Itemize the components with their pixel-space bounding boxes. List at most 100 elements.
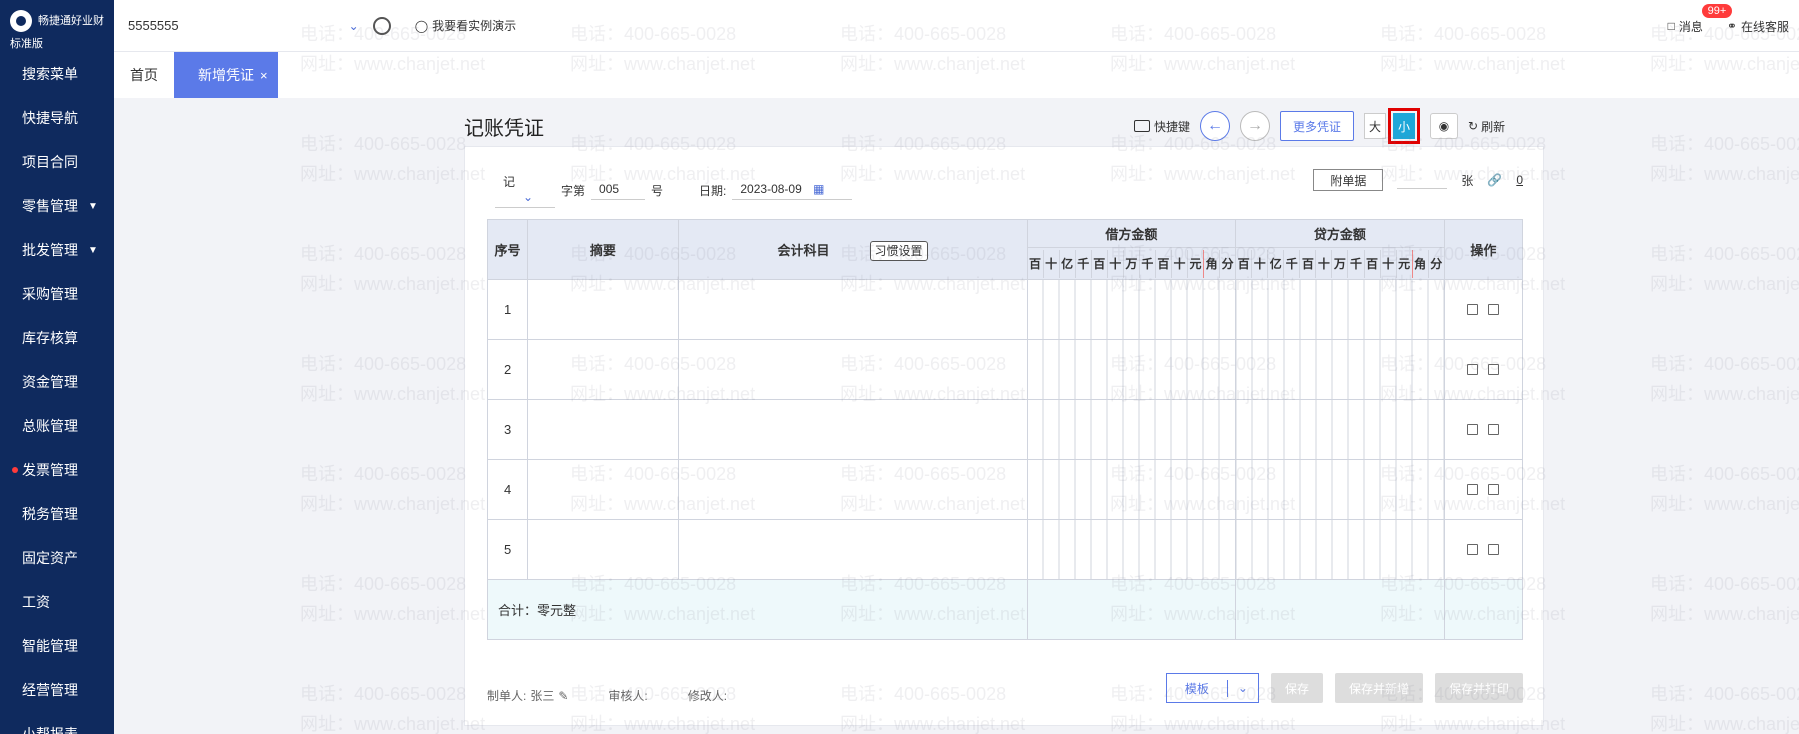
sidebar-item[interactable]: 采购管理 bbox=[0, 272, 114, 316]
debit-cell[interactable] bbox=[1026, 399, 1237, 460]
copy-icon[interactable] bbox=[1467, 364, 1479, 375]
copy-icon[interactable] bbox=[1467, 304, 1479, 315]
maker-value: 张三 bbox=[530, 689, 555, 703]
template-button[interactable]: 模板 ⌄ bbox=[1165, 673, 1259, 703]
trash-icon[interactable] bbox=[1488, 484, 1500, 495]
sidebar-item[interactable]: 搜索菜单 bbox=[0, 52, 114, 96]
sidebar-item[interactable]: 资金管理 bbox=[0, 360, 114, 404]
credit-digit-row: 百十亿千百十万千百十元角分 bbox=[1236, 249, 1444, 278]
sidebar-item[interactable]: 快捷导航 bbox=[0, 96, 114, 140]
copy-icon[interactable] bbox=[1467, 424, 1479, 435]
online-service-button[interactable]: ⚭ 在线客服 bbox=[1727, 18, 1789, 35]
credit-cell[interactable] bbox=[1235, 339, 1445, 400]
date-label: 日期: bbox=[699, 184, 727, 198]
save-new-button[interactable]: 保存并新增 bbox=[1334, 673, 1423, 703]
size-toggle: 大 小 bbox=[1364, 108, 1421, 144]
sidebar-item[interactable]: 税务管理 bbox=[0, 492, 114, 536]
next-voucher-button[interactable]: → bbox=[1240, 111, 1271, 141]
summary-cell[interactable] bbox=[527, 339, 679, 400]
summary-cell[interactable] bbox=[527, 399, 679, 460]
gear-icon[interactable] bbox=[372, 16, 391, 35]
chevron-down-icon[interactable]: ⌄ bbox=[1228, 681, 1258, 695]
size-large-button[interactable]: 大 bbox=[1364, 113, 1387, 139]
sidebar-item-label: 发票管理 bbox=[22, 462, 78, 478]
trash-icon[interactable] bbox=[1488, 424, 1500, 435]
close-icon[interactable]: × bbox=[260, 68, 268, 83]
attachment-button[interactable]: 附单据 bbox=[1313, 169, 1384, 191]
more-vouchers-button[interactable]: 更多凭证 bbox=[1280, 111, 1355, 141]
credit-cell[interactable] bbox=[1235, 459, 1445, 520]
credit-cell[interactable] bbox=[1235, 399, 1445, 460]
header-debit: 借方金额 bbox=[1026, 219, 1237, 248]
credit-cell[interactable] bbox=[1235, 519, 1445, 580]
digit-header: 千 bbox=[1138, 249, 1155, 278]
sidebar-item[interactable]: 库存核算 bbox=[0, 316, 114, 360]
table-row: 3 bbox=[486, 399, 1524, 460]
account-cell[interactable] bbox=[677, 279, 1028, 340]
copy-icon[interactable] bbox=[1467, 484, 1479, 495]
voucher-number-input[interactable]: 005 bbox=[591, 182, 646, 200]
row-seq: 5 bbox=[486, 519, 529, 580]
tab-home[interactable]: 首页 bbox=[114, 52, 174, 98]
habit-settings-button[interactable]: 习惯设置 bbox=[869, 241, 928, 261]
edit-icon[interactable]: ✎ bbox=[558, 689, 568, 703]
ops-cell bbox=[1443, 279, 1524, 340]
debit-cell[interactable] bbox=[1026, 519, 1237, 580]
trash-icon[interactable] bbox=[1488, 544, 1500, 555]
account-cell[interactable] bbox=[677, 339, 1028, 400]
digit-header: 十 bbox=[1251, 249, 1267, 278]
refresh-button[interactable]: ↻ 刷新 bbox=[1468, 118, 1505, 135]
digit-header: 百 bbox=[1154, 249, 1171, 278]
messages-button[interactable]: □ 消息 99+ bbox=[1668, 3, 1733, 35]
sidebar-item[interactable]: 零售管理 ▼ bbox=[0, 184, 114, 228]
debit-cell[interactable] bbox=[1026, 459, 1237, 520]
voucher-type-select[interactable]: 记 ⌄ bbox=[495, 173, 555, 208]
sidebar-item-label: 批发管理 bbox=[22, 242, 78, 258]
date-input[interactable]: 2023-08-09 ▦ bbox=[732, 182, 853, 200]
prev-voucher-button[interactable]: ← bbox=[1200, 111, 1231, 141]
header-account-label: 会计科目 bbox=[777, 243, 830, 258]
eye-icon[interactable]: ◉ bbox=[1430, 113, 1459, 139]
footer-buttons: 模板 ⌄ 保存 保存并新增 保存并打印 bbox=[1165, 673, 1523, 703]
demo-link[interactable]: ◯ 我要看实例演示 bbox=[415, 17, 516, 34]
sidebar-item-label: 库存核算 bbox=[22, 330, 78, 346]
attachment-count-input[interactable] bbox=[1397, 171, 1448, 189]
paperclip-icon[interactable]: 🔗 bbox=[1487, 173, 1502, 187]
sidebar-item[interactable]: 智能管理 bbox=[0, 624, 114, 668]
attachment-link-count[interactable]: 0 bbox=[1516, 173, 1523, 187]
digit-header: 亿 bbox=[1267, 249, 1283, 278]
sidebar-item[interactable]: 工资 bbox=[0, 580, 114, 624]
debit-cell[interactable] bbox=[1026, 339, 1237, 400]
shortcut-button[interactable]: 快捷键 bbox=[1134, 118, 1190, 135]
account-cell[interactable] bbox=[677, 519, 1028, 580]
sidebar-item[interactable]: 项目合同 bbox=[0, 140, 114, 184]
credit-cell[interactable] bbox=[1235, 279, 1445, 340]
company-name[interactable]: 5555555 bbox=[128, 18, 179, 33]
sidebar-item[interactable]: 总账管理 bbox=[0, 404, 114, 448]
voucher-type-value: 记 bbox=[503, 175, 516, 189]
trash-icon[interactable] bbox=[1488, 364, 1500, 375]
summary-cell[interactable] bbox=[527, 279, 679, 340]
tab-new-voucher[interactable]: 新增凭证 × bbox=[174, 52, 278, 98]
chevron-down-icon[interactable]: ⌄ bbox=[349, 19, 359, 33]
account-cell[interactable] bbox=[677, 459, 1028, 520]
size-small-button[interactable]: 小 bbox=[1393, 113, 1416, 139]
sidebar-item[interactable]: 小帮报表 bbox=[0, 712, 114, 734]
sidebar-item[interactable]: 固定资产 bbox=[0, 536, 114, 580]
save-button[interactable]: 保存 bbox=[1270, 673, 1323, 703]
save-print-button[interactable]: 保存并打印 bbox=[1434, 673, 1523, 703]
sidebar-item[interactable]: 发票管理 bbox=[0, 448, 114, 492]
summary-cell[interactable] bbox=[527, 459, 679, 520]
sidebar-item-label: 税务管理 bbox=[22, 506, 78, 522]
summary-cell[interactable] bbox=[527, 519, 679, 580]
sidebar-menu: 搜索菜单 快捷导航 项目合同 零售管理 ▼ 批发管理 ▼ 采购管理库存核算资金管理 总账管理发票… bbox=[0, 52, 114, 734]
debit-cell[interactable] bbox=[1026, 279, 1237, 340]
voucher-footer: 制单人: 张三 ✎ 审核人: 修改人: 模板 ⌄ 保存 保存并新增 保存并打印 bbox=[487, 673, 1523, 704]
sidebar-item[interactable]: 批发管理 ▼ bbox=[0, 228, 114, 272]
main-content: 记账凭证 快捷键 ← → 更多凭证 大 小 ◉ ↻ 刷新 记 ⌄ 字第 005 … bbox=[114, 98, 1799, 734]
header-ops: 操作 bbox=[1443, 219, 1524, 280]
sidebar-item[interactable]: 经营管理 bbox=[0, 668, 114, 712]
trash-icon[interactable] bbox=[1488, 304, 1500, 315]
account-cell[interactable] bbox=[677, 399, 1028, 460]
copy-icon[interactable] bbox=[1467, 544, 1479, 555]
